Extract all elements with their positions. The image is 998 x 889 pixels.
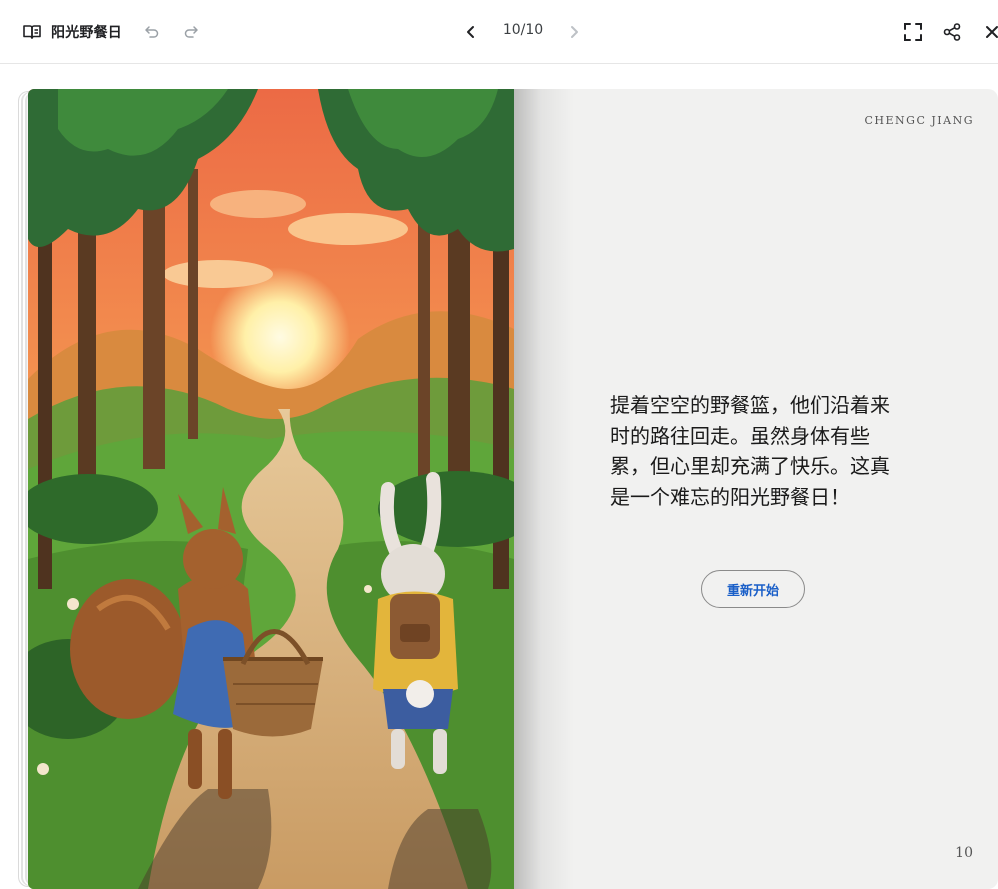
undo-icon (145, 26, 159, 38)
open-book-icon (23, 25, 41, 39)
share-button[interactable] (940, 20, 964, 44)
page-fold-shadow (514, 89, 574, 889)
book-title-group: 阳光野餐日 (22, 20, 122, 44)
open-book: CHENGC JIANG 提着空空的野餐篮，他们沿着来时的路往回走。虽然身体有些… (18, 89, 998, 889)
chevron-right-icon (571, 26, 578, 38)
close-icon (986, 26, 998, 38)
text-page: CHENGC JIANG 提着空空的野餐篮，他们沿着来时的路往回走。虽然身体有些… (514, 89, 998, 889)
close-button[interactable] (980, 20, 998, 44)
page-counter: 10/10 (502, 22, 544, 38)
redo-icon (184, 26, 198, 38)
fullscreen-button[interactable] (901, 20, 925, 44)
restart-button[interactable]: 重新开始 (701, 570, 805, 608)
illustration-squirrel-rabbit-forest-path (28, 89, 514, 889)
next-page-button[interactable] (562, 20, 586, 44)
redo-button[interactable] (179, 20, 203, 44)
page-number: 10 (955, 845, 973, 861)
previous-page-button[interactable] (459, 20, 483, 44)
book-title: 阳光野餐日 (51, 25, 122, 41)
book-viewer: CHENGC JIANG 提着空空的野餐篮，他们沿着来时的路往回走。虽然身体有些… (2, 64, 998, 889)
fullscreen-icon (904, 23, 922, 41)
top-toolbar: 阳光野餐日 10/10 (0, 0, 998, 64)
story-text: 提着空空的野餐篮，他们沿着来时的路往回走。虽然身体有些累，但心里却充满了快乐。这… (610, 393, 890, 509)
author-name: CHENGC JIANG (864, 114, 974, 127)
illustration-page (28, 89, 514, 889)
undo-button[interactable] (140, 20, 164, 44)
chevron-left-icon (467, 26, 474, 38)
share-icon (943, 23, 961, 41)
